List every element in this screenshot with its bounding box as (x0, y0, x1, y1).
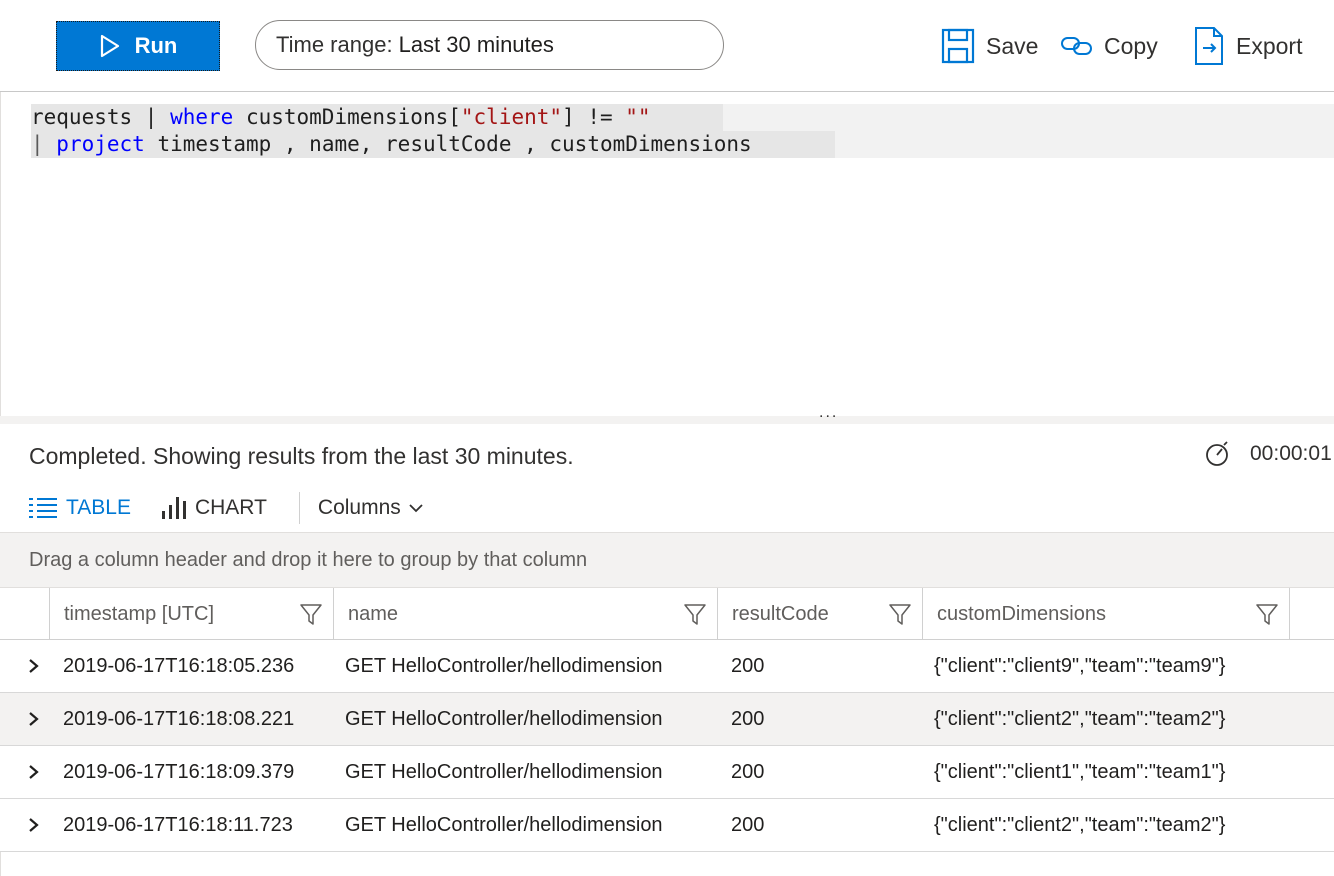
save-icon (941, 28, 975, 64)
list-icon (29, 498, 57, 518)
tab-chart[interactable]: CHART (161, 496, 267, 520)
export-button[interactable]: Export (1192, 26, 1302, 66)
code-line-2[interactable]: | project timestamp , name, resultCode ,… (31, 131, 1334, 158)
splitter-handle[interactable]: ... (819, 404, 838, 422)
tab-chart-label: CHART (194, 496, 267, 519)
time-range-picker[interactable]: Time range: Last 30 minutes (255, 20, 724, 70)
code-string: "" (625, 105, 651, 129)
tab-table[interactable]: TABLE (28, 496, 131, 520)
elapsed-value: 00:00:01 (1250, 442, 1332, 465)
table-row[interactable]: 2019-06-17T16:18:09.379 GET HelloControl… (0, 746, 1334, 799)
query-toolbar: Run Time range: Last 30 minutes Save Cop… (0, 0, 1334, 92)
tab-divider (298, 492, 300, 524)
link-icon (1061, 37, 1092, 55)
cell-timestamp: 2019-06-17T16:18:09.379 (63, 761, 295, 783)
column-header-label: customDimensions (937, 602, 1106, 625)
column-header-resultcode[interactable]: resultCode (717, 588, 922, 640)
cell-resultcode: 200 (731, 761, 765, 783)
save-label: Save (986, 32, 1039, 59)
columns-dropdown[interactable]: Columns (318, 496, 423, 520)
code-token: ] != (562, 105, 626, 129)
cell-resultcode: 200 (731, 655, 765, 677)
cell-name: GET HelloController/hellodimension (345, 708, 663, 730)
code-token: customDimensions[ (233, 105, 461, 129)
table-row[interactable]: 2019-06-17T16:18:11.723 GET HelloControl… (0, 799, 1334, 852)
results-grid-header: timestamp [UTC] name resultCode customDi… (0, 588, 1334, 640)
cell-name: GET HelloController/hellodimension (345, 655, 663, 677)
query-status: Completed. Showing results from the last… (29, 443, 574, 469)
cell-timestamp: 2019-06-17T16:18:08.221 (63, 708, 295, 730)
code-string: "client" (460, 105, 563, 129)
filter-icon[interactable] (1255, 602, 1279, 626)
group-by-drop-zone[interactable]: Drag a column header and drop it here to… (0, 532, 1334, 588)
column-header-customdimensions[interactable]: customDimensions (922, 588, 1290, 640)
chevron-right-icon[interactable] (27, 657, 41, 675)
cell-resultcode: 200 (731, 814, 765, 836)
table-row[interactable]: 2019-06-17T16:18:05.236 GET HelloControl… (0, 640, 1334, 693)
filter-icon[interactable] (299, 602, 323, 626)
filter-icon[interactable] (888, 602, 912, 626)
play-icon (100, 34, 119, 58)
chevron-down-icon (409, 504, 423, 513)
code-token: | (31, 132, 57, 156)
cell-resultcode: 200 (731, 708, 765, 730)
run-button-label: Run (134, 33, 178, 58)
table-row[interactable]: 2019-06-17T16:18:08.221 GET HelloControl… (0, 693, 1334, 746)
filter-icon[interactable] (683, 602, 707, 626)
editor-results-splitter[interactable] (0, 416, 1334, 424)
column-header-label: name (348, 602, 399, 625)
copy-label: Copy (1104, 32, 1158, 59)
group-by-hint: Drag a column header and drop it here to… (29, 548, 588, 571)
chevron-right-icon[interactable] (27, 816, 41, 834)
code-line-1[interactable]: requests | where customDimensions["clien… (31, 104, 651, 131)
cell-timestamp: 2019-06-17T16:18:11.723 (63, 814, 293, 836)
elapsed-time: 00:00:01 (1204, 440, 1332, 468)
column-header-label: resultCode (732, 602, 829, 625)
cell-customdimensions: {"client":"client1","team":"team1"} (934, 761, 1226, 783)
tab-table-label: TABLE (66, 496, 131, 519)
run-button[interactable]: Run (56, 21, 220, 71)
grid-edge (0, 852, 1, 876)
code-token: timestamp , name, resultCode , customDim… (144, 132, 752, 156)
save-button[interactable]: Save (940, 26, 1038, 66)
copy-button[interactable]: Copy (1060, 26, 1158, 66)
cell-name: GET HelloController/hellodimension (345, 761, 663, 783)
cell-customdimensions: {"client":"client2","team":"team2"} (934, 708, 1226, 730)
result-view-tabs: TABLE CHART Columns (28, 490, 423, 526)
column-header-name[interactable]: name (333, 588, 717, 640)
columns-label: Columns (317, 496, 401, 519)
chevron-right-icon[interactable] (27, 763, 41, 781)
code-keyword: where (170, 105, 234, 129)
query-editor[interactable]: requests | where customDimensions["clien… (0, 92, 1334, 416)
export-icon (1195, 27, 1223, 65)
bar-chart-icon (161, 497, 186, 519)
column-header-timestamp[interactable]: timestamp [UTC] (49, 588, 333, 640)
cell-timestamp: 2019-06-17T16:18:05.236 (63, 655, 295, 677)
column-header-label: timestamp [UTC] (64, 602, 215, 625)
code-keyword: project (56, 132, 145, 156)
time-range-label: Time range: (276, 32, 393, 57)
chevron-right-icon[interactable] (27, 710, 41, 728)
time-range-value: Last 30 minutes (398, 32, 554, 57)
stopwatch-icon (1206, 441, 1228, 466)
cell-name: GET HelloController/hellodimension (345, 814, 663, 836)
export-label: Export (1236, 32, 1303, 59)
cell-customdimensions: {"client":"client9","team":"team9"} (934, 655, 1226, 677)
cell-customdimensions: {"client":"client2","team":"team2"} (934, 814, 1226, 836)
code-token: requests | (31, 105, 171, 129)
